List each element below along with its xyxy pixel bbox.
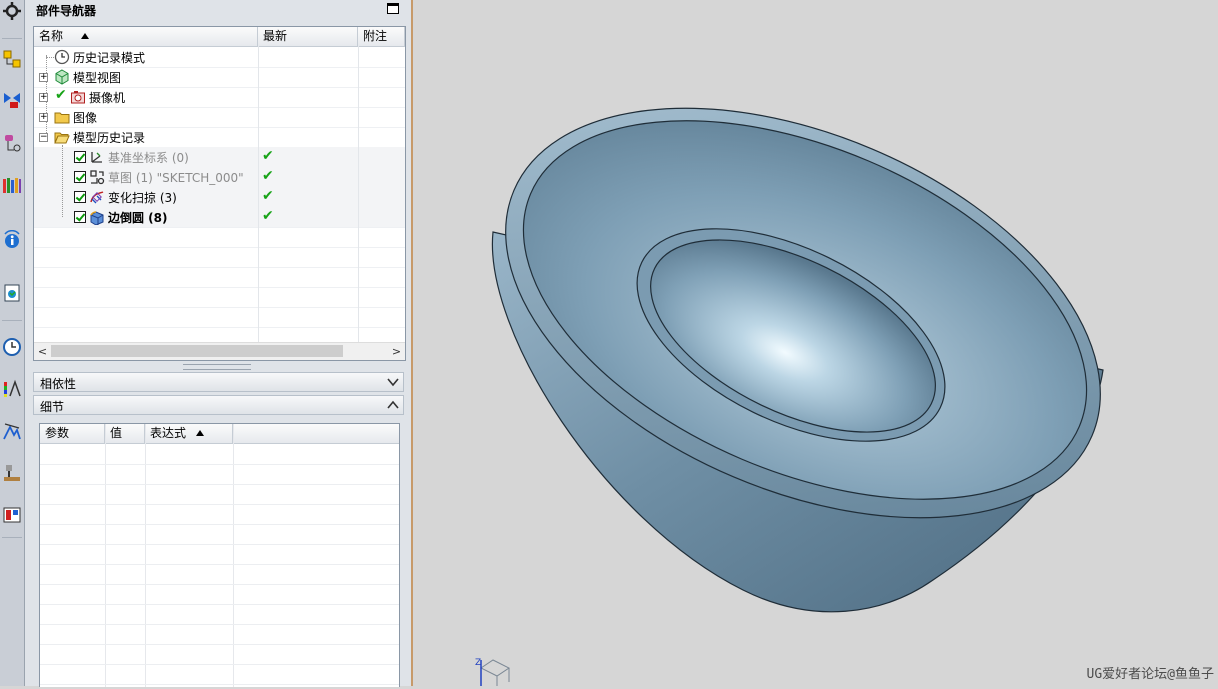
column-header-latest[interactable]: 最新 [258,27,358,46]
tree-node-history-mode[interactable]: 历史记录模式 [54,47,145,67]
horizontal-scrollbar[interactable]: < > [34,342,405,360]
part-navigator-panel: 部件导航器 名称 最新 附注 历史记录模式 + 模型视图 + ✔ 摄像机 + 图… [25,0,413,687]
manufacturing-wizard-icon[interactable] [1,458,23,488]
camera-icon [70,89,86,105]
chevron-down-icon[interactable] [385,374,401,390]
tree-node-sketch[interactable]: 草图 (1) "SKETCH_000" [74,167,244,187]
clock-icon [54,49,70,65]
sort-ascending-icon [81,33,90,39]
chevron-up-icon[interactable] [385,397,401,413]
datum-csys-icon [89,149,105,165]
column-header-expression[interactable]: 表达式 [145,424,233,443]
roles-icon[interactable] [1,500,23,530]
latest-check-icon: ✔ [262,188,274,204]
visibility-checkbox[interactable] [74,211,86,223]
scrollbar-thumb[interactable] [51,345,343,357]
visibility-checkbox[interactable] [74,151,86,163]
graphics-window[interactable]: Z UG爱好者论坛@鱼鱼子 [413,0,1218,686]
details-row-empty [40,604,399,625]
check-icon: ✔ [55,87,67,103]
latest-check-icon: ✔ [262,148,274,164]
details-row-empty [40,444,399,465]
sort-ascending-icon [196,430,205,436]
details-table: 参数 值 表达式 [39,423,400,687]
tree-node-cameras[interactable]: 摄像机 [70,87,125,107]
model-view-icon [54,69,70,85]
column-header-note[interactable]: 附注 [358,27,405,46]
watermark: UG爱好者论坛@鱼鱼子 [1086,667,1214,682]
edge-blend-icon [89,209,105,225]
expand-toggle[interactable]: + [39,113,48,122]
tree-node-images[interactable]: 图像 [54,107,97,127]
web-browser-icon[interactable] [1,278,23,308]
details-row-empty [40,524,399,545]
tree-row-empty [34,247,405,268]
system-materials-icon[interactable] [1,374,23,404]
expand-toggle[interactable]: + [39,73,48,82]
panel-title: 部件导航器 [36,4,97,18]
scroll-left-icon[interactable]: < [34,343,51,360]
details-row-empty [40,464,399,485]
resource-bar [0,0,25,686]
tree-node-datum-csys[interactable]: 基准坐标系 (0) [74,147,189,167]
details-row-empty [40,484,399,505]
details-row-empty [40,584,399,605]
details-row-empty [40,664,399,685]
triad-z-label: Z [475,658,481,668]
column-header-name[interactable]: 名称 [34,27,258,46]
tree-row-empty [34,267,405,288]
hd3d-icon[interactable] [1,225,23,255]
details-section-header[interactable]: 细节 [33,395,404,415]
part-navigator-tree: 名称 最新 附注 历史记录模式 + 模型视图 + ✔ 摄像机 + 图像 − 模型… [33,26,406,361]
panel-title-bar: 部件导航器 [25,0,411,20]
tree-node-model-views[interactable]: 模型视图 [54,67,121,87]
history-icon[interactable] [1,332,23,362]
collapse-toggle[interactable]: − [39,133,48,142]
tree-node-model-history[interactable]: 模型历史记录 [54,127,145,147]
details-row-empty [40,624,399,645]
reuse-library-icon[interactable] [1,170,23,200]
tree-node-edge-blend[interactable]: 边倒圆 (8) [74,207,168,227]
sketch-icon [89,169,105,185]
visibility-checkbox[interactable] [74,191,86,203]
tree-row-empty [34,227,405,248]
settings-icon[interactable] [1,0,23,26]
variational-sweep-icon [89,189,105,205]
details-table-header: 参数 值 表达式 [40,424,399,444]
tree-header: 名称 最新 附注 [34,27,405,47]
assembly-navigator-icon[interactable] [1,44,23,74]
expand-toggle[interactable]: + [39,93,48,102]
details-row-empty [40,564,399,585]
dependencies-section-header[interactable]: 相依性 [33,372,404,392]
open-folder-icon [54,129,70,145]
part-navigator-icon[interactable] [1,128,23,158]
details-row-empty [40,644,399,665]
view-triad: Z [475,658,510,686]
column-header-param[interactable]: 参数 [40,424,105,443]
panel-splitter[interactable] [183,364,251,370]
tree-node-variational-sweep[interactable]: 变化扫掠 (3) [74,187,177,207]
constraint-navigator-icon[interactable] [1,85,23,115]
latest-check-icon: ✔ [262,168,274,184]
folder-icon [54,109,70,125]
model-viewport[interactable]: Z [413,0,1218,686]
details-row-empty [40,544,399,565]
visibility-checkbox[interactable] [74,171,86,183]
tree-row-empty [34,307,405,328]
column-header-value[interactable]: 值 [105,424,145,443]
latest-check-icon: ✔ [262,208,274,224]
scroll-right-icon[interactable]: > [388,343,405,360]
maximize-icon[interactable] [387,3,399,14]
process-studio-icon[interactable] [1,416,23,446]
details-row-empty [40,504,399,525]
tree-row-empty [34,287,405,308]
